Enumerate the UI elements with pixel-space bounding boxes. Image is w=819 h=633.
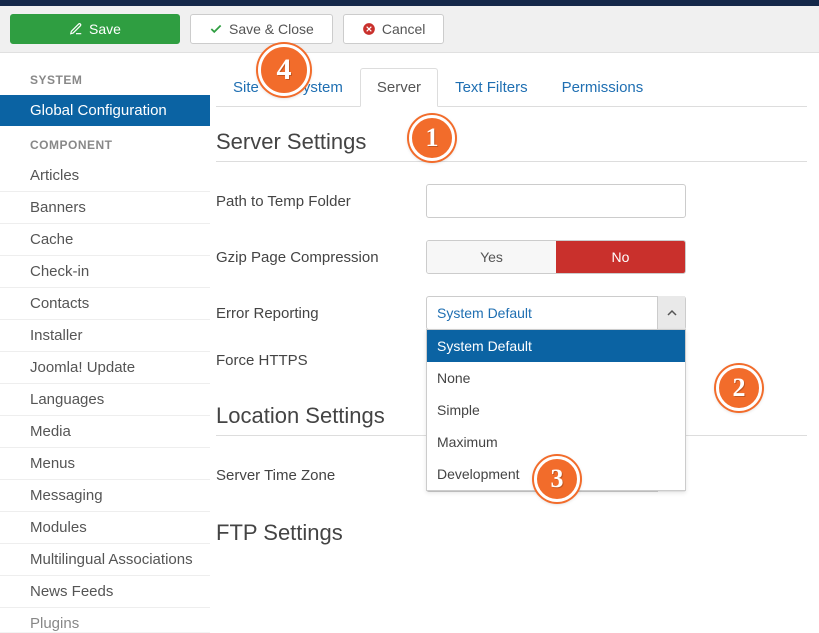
annotation-marker-4: 4 bbox=[258, 44, 310, 96]
section-server-settings: Server Settings bbox=[216, 129, 807, 162]
sidebar-item-global-configuration[interactable]: Global Configuration bbox=[0, 95, 210, 126]
sidebar-item-multilingual-associations[interactable]: Multilingual Associations bbox=[0, 544, 210, 576]
label-temp-folder: Path to Temp Folder bbox=[216, 193, 426, 210]
row-error-reporting: Error Reporting System Default System De… bbox=[216, 296, 807, 330]
sidebar-item-check-in[interactable]: Check-in bbox=[0, 256, 210, 288]
toggle-gzip: Yes No bbox=[426, 240, 686, 274]
action-toolbar: Save Save & Close Cancel bbox=[0, 6, 819, 53]
select-error-reporting-display[interactable]: System Default bbox=[426, 296, 686, 330]
cancel-button-label: Cancel bbox=[382, 21, 426, 37]
tab-server[interactable]: Server bbox=[360, 68, 438, 107]
sidebar-item-banners[interactable]: Banners bbox=[0, 192, 210, 224]
sidebar-item-cache[interactable]: Cache bbox=[0, 224, 210, 256]
sidebar-item-menus[interactable]: Menus bbox=[0, 448, 210, 480]
label-timezone: Server Time Zone bbox=[216, 467, 426, 484]
sidebar-item-plugins[interactable]: Plugins bbox=[0, 608, 210, 633]
dd-option-none[interactable]: None bbox=[427, 362, 685, 394]
save-close-button[interactable]: Save & Close bbox=[190, 14, 333, 44]
sidebar-item-articles[interactable]: Articles bbox=[0, 160, 210, 192]
save-button-label: Save bbox=[89, 21, 121, 37]
check-icon bbox=[209, 22, 223, 36]
dd-option-system-default[interactable]: System Default bbox=[427, 330, 685, 362]
annotation-marker-1: 1 bbox=[409, 115, 455, 161]
sidebar-item-media[interactable]: Media bbox=[0, 416, 210, 448]
select-error-reporting[interactable]: System Default System Default None Simpl… bbox=[426, 296, 686, 330]
label-gzip: Gzip Page Compression bbox=[216, 249, 426, 266]
sidebar-item-news-feeds[interactable]: News Feeds bbox=[0, 576, 210, 608]
section-ftp-settings: FTP Settings bbox=[216, 520, 807, 552]
label-force-https: Force HTTPS bbox=[216, 352, 426, 369]
input-temp-folder[interactable] bbox=[426, 184, 686, 218]
sidebar-item-contacts[interactable]: Contacts bbox=[0, 288, 210, 320]
sidebar-item-installer[interactable]: Installer bbox=[0, 320, 210, 352]
select-error-reporting-value: System Default bbox=[437, 305, 532, 321]
cancel-icon bbox=[362, 22, 376, 36]
sidebar-section-system: SYSTEM bbox=[0, 73, 210, 95]
dd-option-maximum[interactable]: Maximum bbox=[427, 426, 685, 458]
gzip-yes[interactable]: Yes bbox=[427, 241, 556, 273]
sidebar-section-component: COMPONENT bbox=[0, 138, 210, 160]
sidebar-item-joomla-update[interactable]: Joomla! Update bbox=[0, 352, 210, 384]
save-button[interactable]: Save bbox=[10, 14, 180, 44]
main-content: Site System Server Text Filters Permissi… bbox=[210, 53, 819, 633]
apply-icon bbox=[69, 22, 83, 36]
annotation-marker-2: 2 bbox=[716, 365, 762, 411]
dd-option-simple[interactable]: Simple bbox=[427, 394, 685, 426]
row-temp-folder: Path to Temp Folder bbox=[216, 184, 807, 218]
annotation-marker-3: 3 bbox=[534, 456, 580, 502]
caret-up-icon bbox=[657, 296, 685, 330]
sidebar-item-modules[interactable]: Modules bbox=[0, 512, 210, 544]
gzip-no[interactable]: No bbox=[556, 241, 685, 273]
save-close-button-label: Save & Close bbox=[229, 21, 314, 37]
sidebar-item-messaging[interactable]: Messaging bbox=[0, 480, 210, 512]
sidebar: SYSTEM Global Configuration COMPONENT Ar… bbox=[0, 53, 210, 633]
cancel-button[interactable]: Cancel bbox=[343, 14, 445, 44]
label-error-reporting: Error Reporting bbox=[216, 305, 426, 322]
sidebar-item-languages[interactable]: Languages bbox=[0, 384, 210, 416]
tab-permissions[interactable]: Permissions bbox=[545, 68, 661, 107]
tab-text-filters[interactable]: Text Filters bbox=[438, 68, 545, 107]
row-gzip: Gzip Page Compression Yes No bbox=[216, 240, 807, 274]
